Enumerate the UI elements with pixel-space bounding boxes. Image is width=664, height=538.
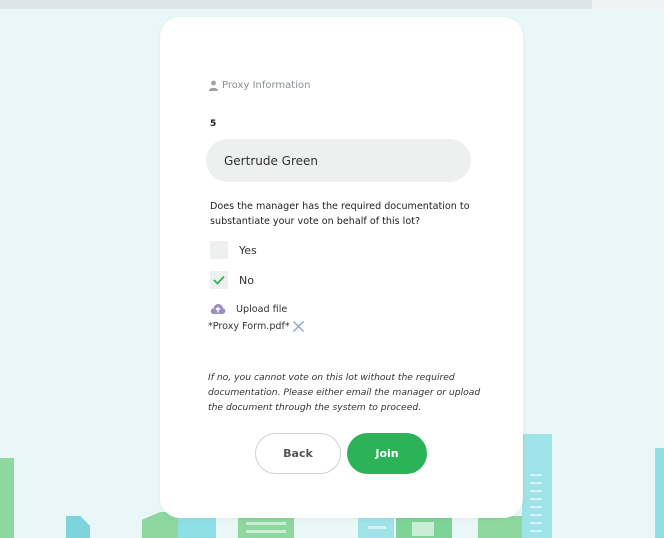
cloud-upload-icon [210,304,226,314]
top-bar-right [592,0,664,9]
yes-checkbox[interactable] [210,241,228,259]
window [530,490,542,492]
option-no[interactable]: No [210,271,254,289]
checkmark-icon [213,275,225,285]
attached-file: *Proxy Form.pdf* [208,320,305,333]
option-no-label: No [239,273,254,287]
back-button[interactable]: Back [255,433,341,474]
window [530,474,542,476]
building [655,448,664,538]
user-icon [208,80,219,91]
window [530,530,542,532]
proxy-card: Proxy Information 5 Gertrude Green Does … [160,17,523,518]
option-yes-label: Yes [239,243,257,257]
window [530,506,542,508]
file-name: *Proxy Form.pdf* [208,321,290,332]
top-bar [0,0,592,9]
window [246,522,286,525]
documentation-question: Does the manager has the required docume… [210,201,470,227]
section-title: Proxy Information [222,80,311,91]
no-checkbox[interactable] [210,271,228,289]
building [66,516,90,538]
upload-file-label: Upload file [236,303,288,315]
lot-number: 5 [210,119,217,129]
building [238,516,294,538]
building [178,518,216,538]
window [368,526,386,529]
warning-note: If no, you cannot vote on this lot witho… [208,372,481,413]
option-yes[interactable]: Yes [210,241,257,259]
building [0,458,14,538]
window [246,530,286,533]
section-header: Proxy Information [208,80,310,91]
close-icon[interactable] [292,320,305,333]
join-button[interactable]: Join [347,433,427,474]
window [530,482,542,484]
window [530,522,542,524]
building [478,516,524,538]
window [412,522,434,536]
upload-file-button[interactable]: Upload file [210,303,287,315]
window [530,514,542,516]
window [530,498,542,500]
proxy-name-field[interactable]: Gertrude Green [206,139,471,182]
